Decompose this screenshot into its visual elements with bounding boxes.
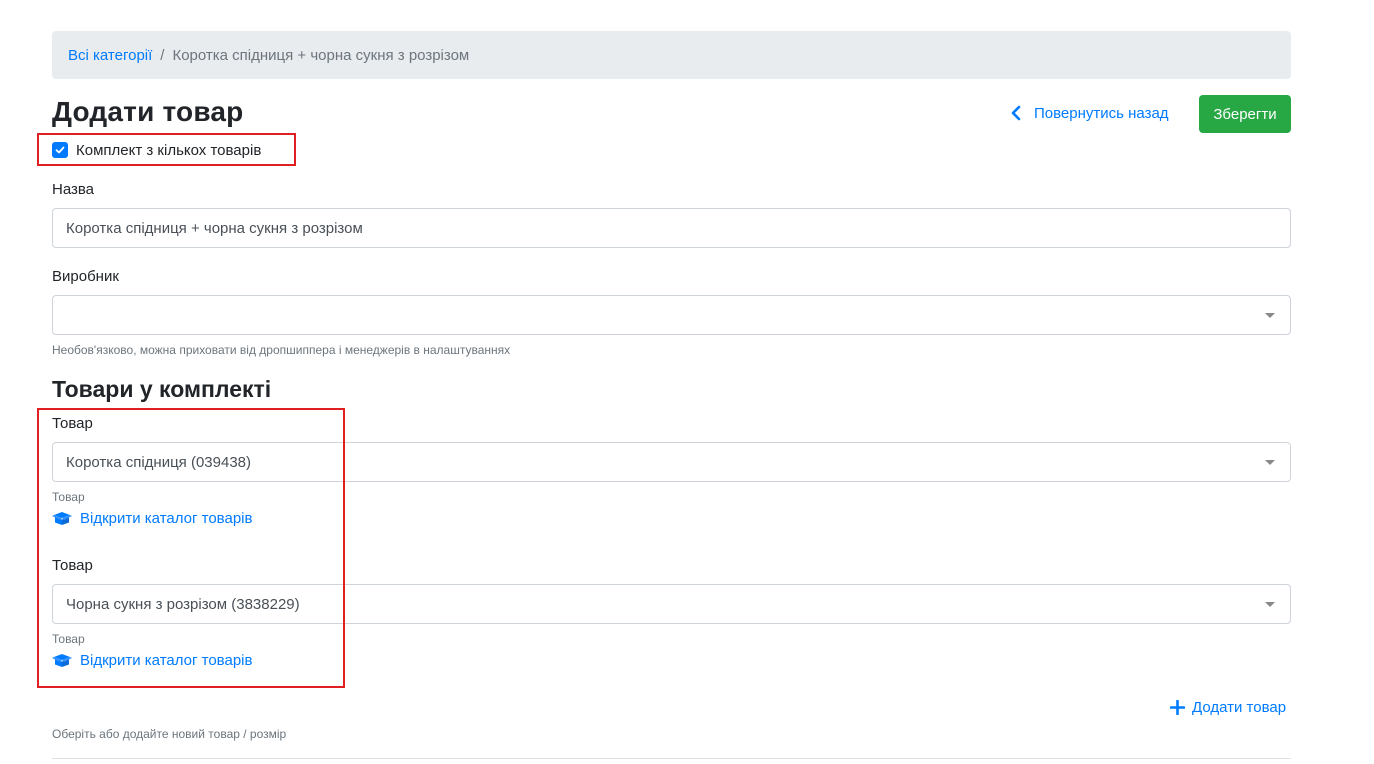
save-button[interactable]: Зберегти: [1199, 95, 1291, 133]
page-title: Додати товар: [52, 96, 244, 127]
kit-checkbox-row[interactable]: Комплект з кількох товарів: [52, 140, 261, 160]
chevron-left-icon: [1011, 105, 1021, 121]
back-link-label: Повернутись назад: [1034, 104, 1169, 122]
checkmark-icon: [55, 146, 65, 154]
open-catalog-label: Відкрити каталог товарів: [80, 509, 253, 527]
name-label: Назва: [52, 181, 95, 198]
kit-item-select[interactable]: Чорна сукня з розрізом (3838229): [52, 584, 1291, 624]
back-link[interactable]: Повернутись назад: [1008, 102, 1169, 124]
box-open-icon: [52, 654, 72, 667]
kit-item-select-value: Коротка спідниця (039438): [66, 453, 252, 471]
kit-item-label: Товар: [52, 415, 93, 432]
breadcrumb-all-categories-link[interactable]: Всі категорії: [68, 47, 152, 64]
add-item-label: Додати товар: [1192, 698, 1287, 716]
box-open-icon: [52, 512, 72, 525]
add-item-link[interactable]: Додати товар: [1170, 697, 1286, 717]
dropdown-caret-icon: [1265, 313, 1275, 318]
kit-footer-hint: Оберіть або додайте новий товар / розмір: [52, 727, 287, 741]
kit-item-label: Товар: [52, 557, 93, 574]
kit-checkbox[interactable]: [52, 142, 68, 158]
manufacturer-hint: Необов'язково, можна приховати від дропш…: [52, 343, 511, 357]
dropdown-caret-icon: [1265, 602, 1275, 607]
kit-item-hint: Товар: [52, 490, 85, 504]
name-input-value: Коротка спідниця + чорна сукня з розрізо…: [66, 219, 363, 237]
dropdown-caret-icon: [1265, 460, 1275, 465]
kit-item-select[interactable]: Коротка спідниця (039438): [52, 442, 1291, 482]
divider: [52, 758, 1291, 759]
plus-icon: [1170, 699, 1185, 715]
kit-checkbox-label: Комплект з кількох товарів: [76, 141, 262, 159]
breadcrumb-current: Коротка спідниця + чорна сукня з розрізо…: [172, 46, 470, 64]
kit-section-title: Товари у комплекті: [52, 376, 272, 402]
kit-item-select-value: Чорна сукня з розрізом (3838229): [66, 595, 300, 613]
breadcrumb-separator: /: [160, 46, 165, 64]
breadcrumb: Всі категорії / Коротка спідниця + чорна…: [52, 31, 1291, 79]
open-catalog-label: Відкрити каталог товарів: [80, 651, 253, 669]
open-catalog-link[interactable]: Відкрити каталог товарів: [52, 650, 252, 670]
name-input[interactable]: Коротка спідниця + чорна сукня з розрізо…: [52, 208, 1291, 248]
open-catalog-link[interactable]: Відкрити каталог товарів: [52, 508, 252, 528]
kit-item-hint: Товар: [52, 632, 85, 646]
manufacturer-label: Виробник: [52, 268, 119, 285]
manufacturer-select[interactable]: [52, 295, 1291, 335]
